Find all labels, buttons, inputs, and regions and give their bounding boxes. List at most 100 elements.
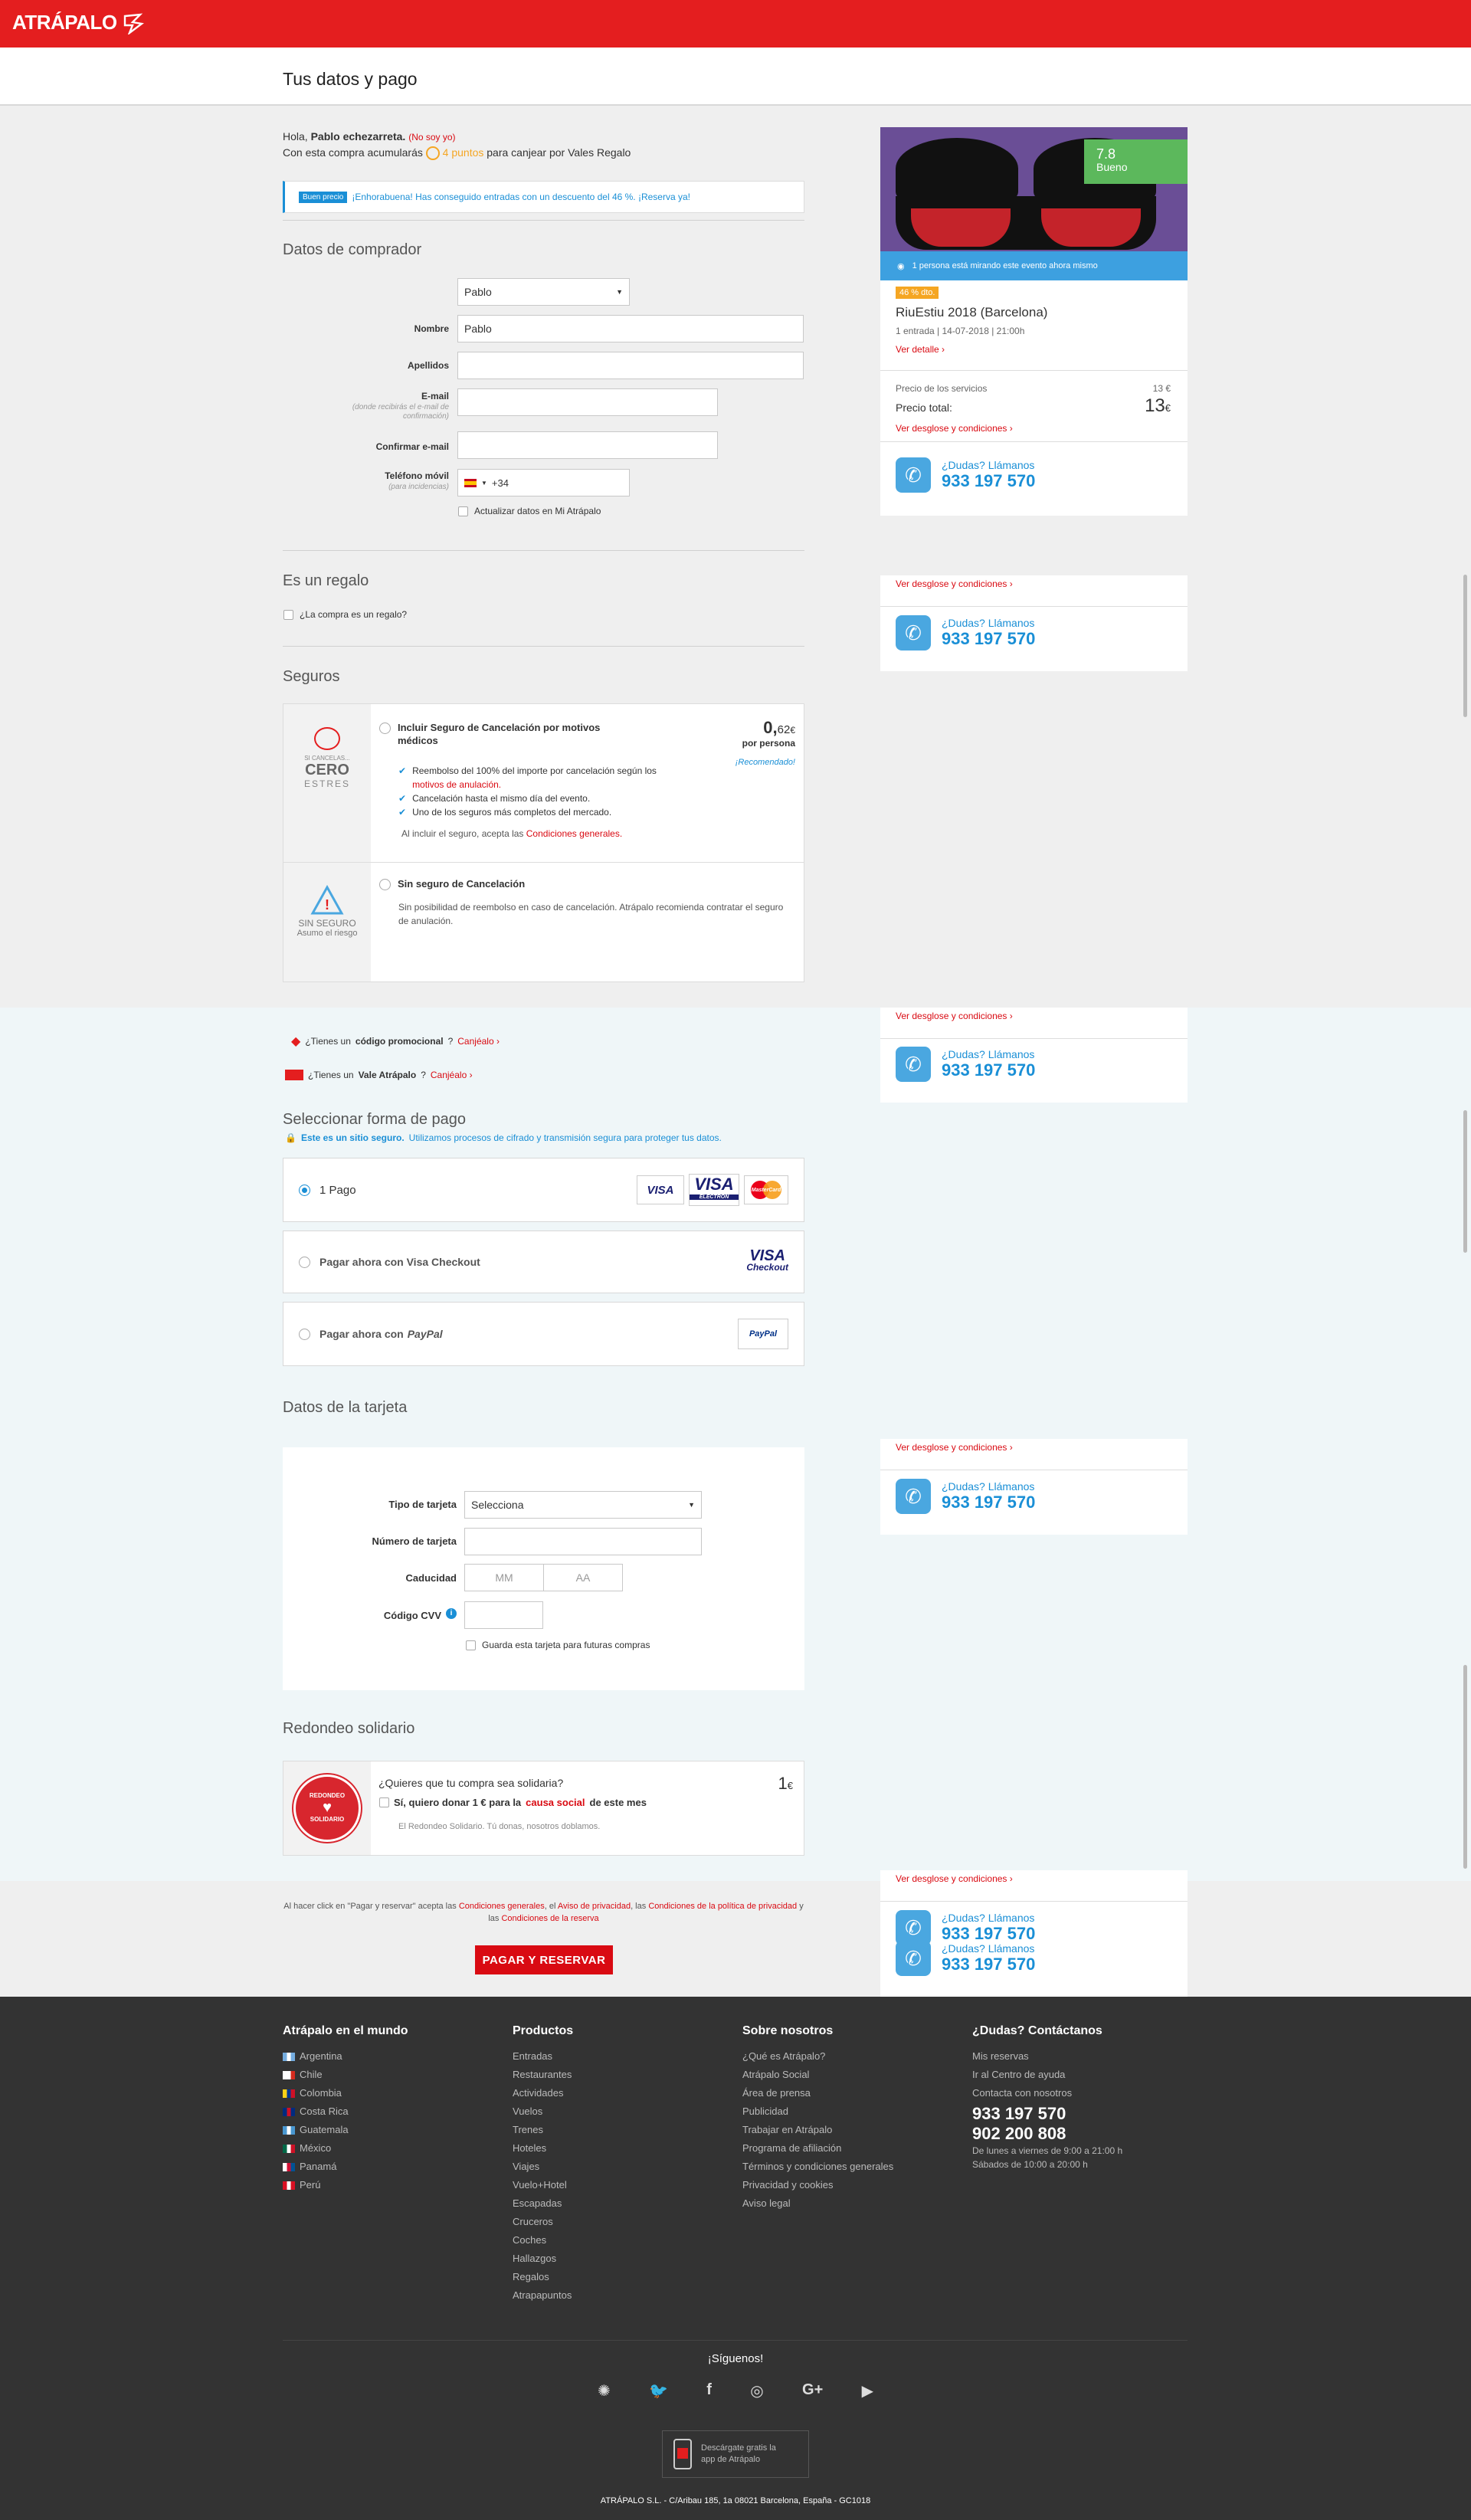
breakdown-link[interactable]: Ver desglose y condiciones › [896,423,1013,434]
help-item[interactable]: Ir al Centro de ayuda [972,2066,1187,2084]
products-item[interactable]: Regalos [513,2268,712,2286]
help-item[interactable]: Contacta con nosotros [972,2084,1187,2102]
countries-item[interactable]: Perú [283,2176,482,2194]
countries-item[interactable]: Costa Rica [283,2102,482,2121]
payment-card-radio[interactable] [299,1184,310,1196]
countries-item[interactable]: Panamá [283,2158,482,2176]
call-us-block[interactable]: ✆ ¿Dudas? Llámanos 933 197 570 [896,615,1035,650]
atrapalo-social-icon[interactable]: ✺ [598,2381,611,2400]
about-item[interactable]: Términos y condiciones generales [742,2158,957,2176]
info-icon[interactable]: i [446,1608,457,1619]
scrollbar-thumb[interactable] [1463,575,1467,717]
gift-checkbox[interactable] [283,609,293,620]
products-item[interactable]: Coches [513,2231,712,2250]
google-plus-icon[interactable]: G+ [802,2381,823,2400]
breakdown-link[interactable]: Ver desglose y condiciones › [896,1873,1013,1884]
scrollbar-thumb[interactable] [1463,1665,1467,1869]
about-item[interactable]: Trabajar en Atrápalo [742,2121,957,2139]
about-item[interactable]: Privacidad y cookies [742,2176,957,2194]
countries-item[interactable]: México [283,2139,482,2158]
payment-option-paypal[interactable]: Pagar ahora con PayPal PayPal [283,1302,804,1366]
countries-item[interactable]: Colombia [283,2084,482,2102]
confirm-email-input[interactable] [457,431,718,459]
booking-conditions-link[interactable]: Condiciones de la reserva [501,1914,598,1923]
products-item[interactable]: Cruceros [513,2213,712,2231]
insurance-option2-title[interactable]: Sin seguro de Cancelación [398,878,525,890]
pay-and-book-button[interactable]: PAGAR Y RESERVAR [475,1945,613,1974]
about-item[interactable]: Publicidad [742,2102,957,2121]
facebook-icon[interactable]: f [706,2381,712,2400]
promo-code-link[interactable]: Canjéalo › [457,1036,500,1047]
card-type-select[interactable]: Selecciona ▼ [464,1491,702,1519]
gift-row[interactable]: ¿La compra es un regalo? [283,609,407,620]
payment-option-card[interactable]: 1 Pago VISA VISA ELECTRON MasterCard [283,1158,804,1222]
not-you-link[interactable]: (No soy yo) [408,132,455,143]
help-item[interactable]: Mis reservas [972,2047,1187,2066]
cancel-reasons-link[interactable]: motivos de anulación. [412,779,501,790]
see-detail-link[interactable]: Ver detalle › [896,344,945,355]
update-data-checkbox[interactable] [458,506,468,516]
cvv-input[interactable] [464,1601,543,1629]
call-us-block[interactable]: ✆ ¿Dudas? Llámanos 933 197 570 [896,1479,1035,1514]
call-us-block[interactable]: ✆ ¿Dudas? Llámanos 933 197 570 [896,1941,1035,1976]
nombre-input[interactable]: Pablo [457,315,804,342]
products-item[interactable]: Hoteles [513,2139,712,2158]
countries-item[interactable]: Argentina [283,2047,482,2066]
countries-item[interactable]: Chile [283,2066,482,2084]
youtube-icon[interactable]: ▶ [862,2381,873,2400]
expiry-month-input[interactable]: MM [464,1564,544,1591]
phone-number: 933 197 570 [942,471,1036,490]
instagram-icon[interactable]: ◎ [750,2381,763,2400]
payment-option-visa-checkout[interactable]: Pagar ahora con Visa Checkout VISA Checko… [283,1231,804,1293]
products-item[interactable]: Restaurantes [513,2066,712,2084]
products-item[interactable]: Atrapapuntos [513,2286,712,2305]
general-conditions-link[interactable]: Condiciones generales [459,1902,545,1911]
about-item[interactable]: Programa de afiliación [742,2139,957,2158]
about-item[interactable]: Área de prensa [742,2084,957,2102]
general-conditions-link[interactable]: Condiciones generales. [526,828,622,839]
save-card-row[interactable]: Guarda esta tarjeta para futuras compras [466,1640,650,1650]
save-card-checkbox[interactable] [466,1640,476,1650]
about-item[interactable]: Atrápalo Social [742,2066,957,2084]
spain-flag-icon[interactable] [464,478,477,487]
insurance-option1-title[interactable]: Incluir Seguro de Cancelación por motivo… [398,721,620,747]
email-input[interactable] [457,388,718,416]
call-us-block[interactable]: ✆ ¿Dudas? Llámanos 933 197 570 [896,1047,1035,1082]
twitter-icon[interactable]: 🐦 [649,2381,668,2400]
solidario-checkbox[interactable] [379,1797,389,1807]
atrapalo-logo[interactable]: ATRÁPALO [12,11,145,34]
products-item[interactable]: Entradas [513,2047,712,2066]
voucher-link[interactable]: Canjéalo › [431,1070,473,1080]
solidario-option-row[interactable]: Sí, quiero donar 1 € para la causa socia… [379,1797,647,1808]
payment-visa-checkout-radio[interactable] [299,1256,310,1268]
breakdown-link[interactable]: Ver desglose y condiciones › [896,578,1013,589]
social-cause-link[interactable]: causa social [526,1797,585,1808]
update-data-row[interactable]: Actualizar datos en Mi Atrápalo [458,506,601,516]
insurance-option1-radio[interactable] [379,723,391,734]
app-download[interactable]: Descárgate gratis la app de Atrápalo [662,2430,809,2478]
card-number-input[interactable] [464,1528,702,1555]
expiry-year-input[interactable]: AA [543,1564,623,1591]
countries-item[interactable]: Guatemala [283,2121,482,2139]
breakdown-link[interactable]: Ver desglose y condiciones › [896,1011,1013,1021]
call-us-block[interactable]: ✆ ¿Dudas? Llámanos 933 197 570 [896,457,1035,493]
products-item[interactable]: Trenes [513,2121,712,2139]
title-select[interactable]: Pablo ▼ [457,278,630,306]
products-item[interactable]: Vuelo+Hotel [513,2176,712,2194]
products-item[interactable]: Hallazgos [513,2250,712,2268]
insurance-option2-radio[interactable] [379,879,391,890]
scrollbar-thumb[interactable] [1463,1110,1467,1253]
apellidos-input[interactable] [457,352,804,379]
divider [283,220,804,221]
products-item[interactable]: Actividades [513,2084,712,2102]
about-item[interactable]: ¿Qué es Atrápalo? [742,2047,957,2066]
privacy-notice-link[interactable]: Aviso de privacidad [558,1902,631,1911]
products-item[interactable]: Vuelos [513,2102,712,2121]
products-item[interactable]: Escapadas [513,2194,712,2213]
phone-input[interactable]: ▼ +34 [457,469,630,496]
payment-paypal-radio[interactable] [299,1328,310,1340]
products-item[interactable]: Viajes [513,2158,712,2176]
breakdown-link[interactable]: Ver desglose y condiciones › [896,1442,1013,1453]
about-item[interactable]: Aviso legal [742,2194,957,2213]
privacy-policy-link[interactable]: Condiciones de la política de privacidad [648,1902,797,1911]
